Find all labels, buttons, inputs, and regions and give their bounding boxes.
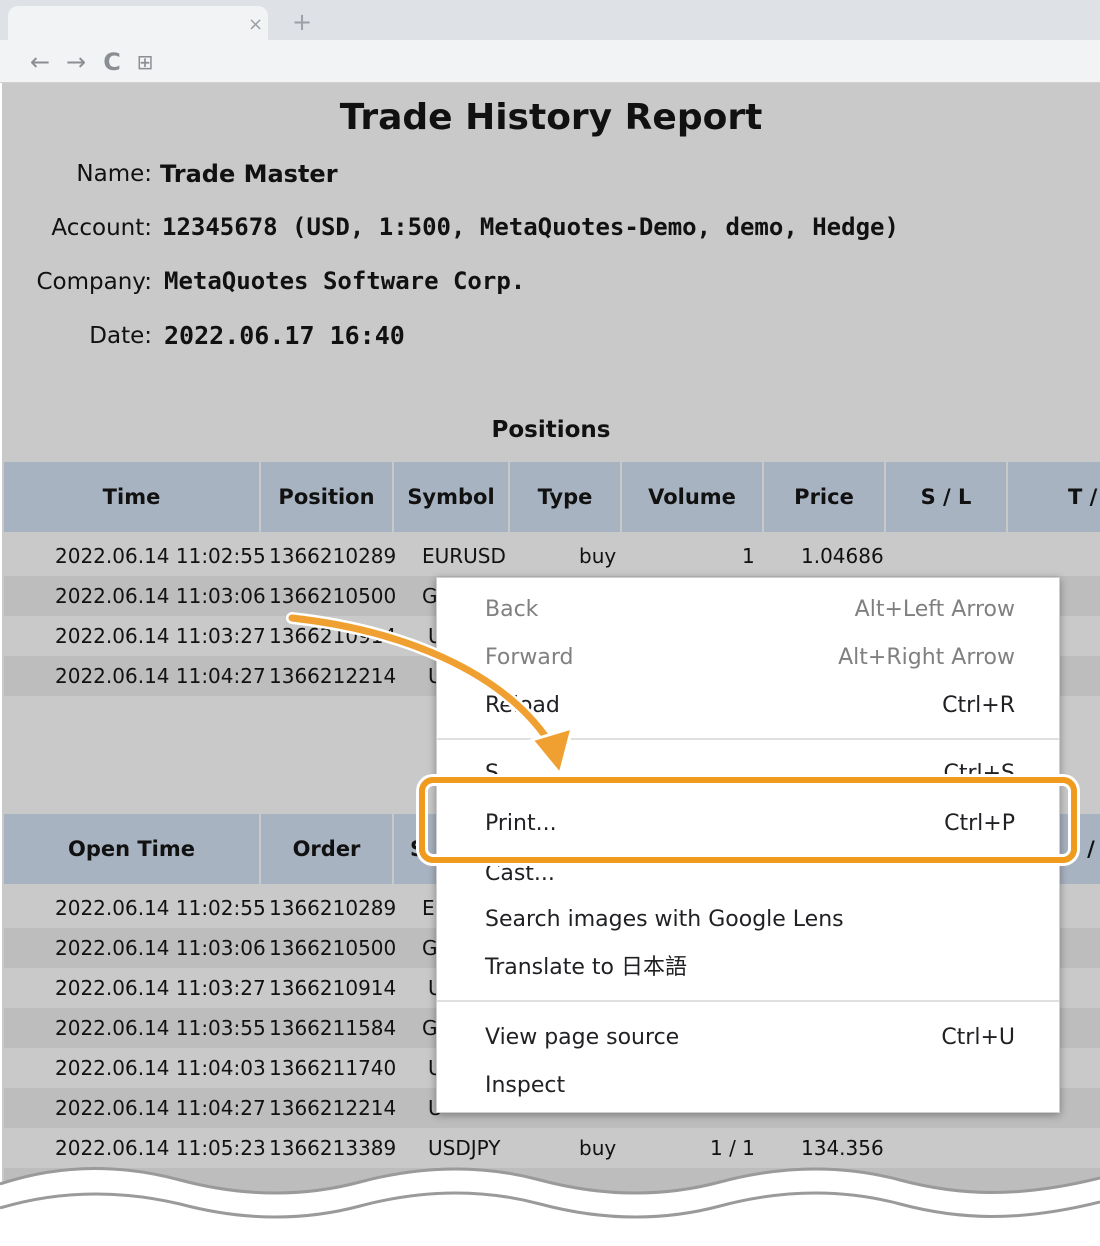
torn-edge-decoration [0, 1167, 1100, 1246]
annotation-arrow-icon [286, 612, 575, 778]
